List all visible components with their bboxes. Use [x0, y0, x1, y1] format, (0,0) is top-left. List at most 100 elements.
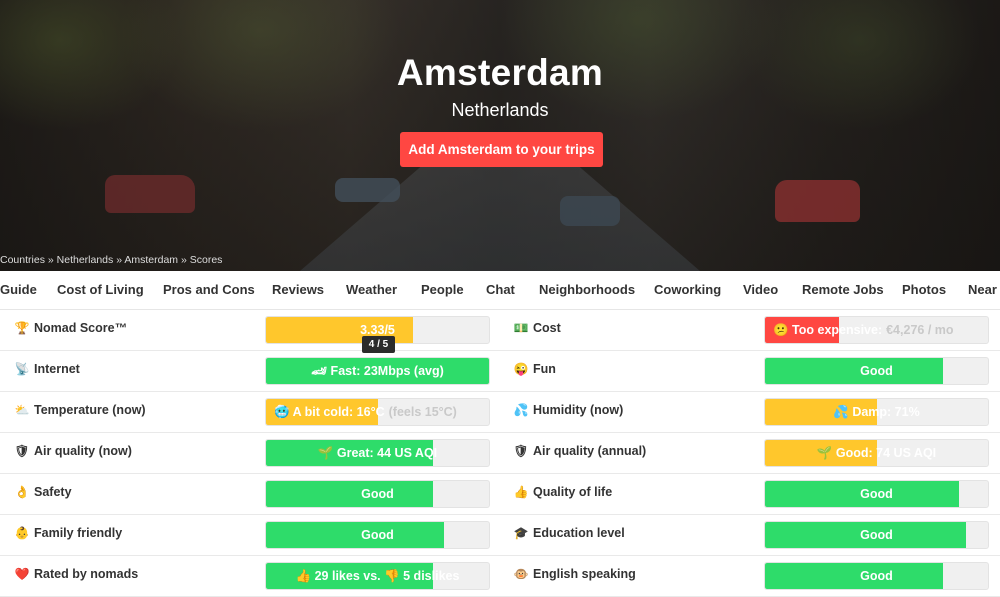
score-label[interactable]: 💦 Humidity (now) [513, 403, 624, 417]
score-row: 👶 Family friendly Good 🎓 Education level Good [0, 515, 1000, 556]
score-value: 🥶 A bit cold: 16°C [274, 405, 385, 419]
tab-reviews[interactable]: Reviews [272, 282, 324, 297]
tab-neighborhoods[interactable]: Neighborhoods [539, 282, 635, 297]
score-label[interactable]: 🏆 Nomad Score™ [14, 321, 128, 335]
score-bar[interactable]: Good [764, 521, 989, 549]
score-label-text: Family friendly [34, 526, 123, 540]
score-row: ⛅ Temperature (now) 🥶 A bit cold: 16°C (fee… [0, 392, 1000, 433]
score-bar-text: 3.33/5 [266, 323, 489, 337]
thumbs-up-icon: 👍 [513, 485, 529, 499]
score-value-detail: (feels 15°C) [388, 405, 457, 419]
tab-guide[interactable]: Guide [0, 282, 37, 297]
breadcrumb-countries[interactable]: Countries [0, 254, 45, 266]
score-bar-text: 🥶 A bit cold: 16°C (feels 15°C) [266, 405, 489, 420]
score-bar[interactable]: 🌱 Great: 44 US AQI [265, 439, 490, 467]
score-bar[interactable]: Good [265, 521, 490, 549]
add-to-trips-button[interactable]: Add Amsterdam to your trips [400, 132, 603, 167]
country-name: Netherlands [451, 100, 549, 120]
score-bar-text: 😕 Too expensive: €4,276 / mo [765, 323, 988, 338]
score-value: 💦 Damp: 71% [833, 405, 920, 419]
heart-icon: ❤️ [14, 567, 30, 581]
score-row: 🏆 Nomad Score™ 3.33/5 4 / 5 💵 Cost 😕 Too expen… [0, 310, 1000, 353]
score-value: Good [361, 487, 394, 501]
tab-people[interactable]: People [421, 282, 464, 297]
score-bar-text: Good [765, 364, 988, 378]
score-value: Good [860, 569, 893, 583]
score-label[interactable]: ❤️ Rated by nomads [14, 567, 139, 581]
breadcrumb-separator: » [47, 254, 54, 266]
score-tooltip: 4 / 5 [362, 336, 395, 353]
score-label-text: Fun [533, 362, 556, 376]
tab-weather[interactable]: Weather [346, 282, 397, 297]
score-label[interactable]: 💵 Cost [513, 321, 561, 335]
score-label-text: Air quality (annual) [533, 444, 647, 458]
city-hero: Amsterdam Netherlands Add Amsterdam to y… [0, 0, 1000, 271]
tab-near[interactable]: Near [968, 282, 997, 297]
city-title: Amsterdam [396, 52, 604, 93]
hero-background-boat [335, 178, 400, 202]
tab-chat[interactable]: Chat [486, 282, 515, 297]
scores-table: 🏆 Nomad Score™ 3.33/5 4 / 5 💵 Cost 😕 Too expen… [0, 310, 1000, 597]
score-bar-text: Good [266, 487, 489, 501]
score-label[interactable]: ⛅ Temperature (now) [14, 403, 146, 417]
score-label-text: Nomad Score™ [34, 321, 128, 335]
score-bar-text: 💦 Damp: 71% [765, 405, 988, 420]
score-value: 👍 29 likes vs. 👎 5 dislikes [295, 569, 460, 583]
score-bar[interactable]: 👍 29 likes vs. 👎 5 dislikes [265, 562, 490, 590]
score-bar-text: 👍 29 likes vs. 👎 5 dislikes [266, 569, 489, 584]
breadcrumb-separator: » [116, 254, 123, 266]
breadcrumb: Countries » Netherlands » Amsterdam » Sc… [0, 254, 222, 266]
score-value: 🏎 Fast: 23Mbps (avg) [311, 364, 444, 378]
score-bar[interactable]: 🏎 Fast: 23Mbps (avg) [265, 357, 490, 385]
score-bar[interactable]: 💦 Damp: 71% [764, 398, 989, 426]
breadcrumb-scores[interactable]: Scores [190, 254, 223, 266]
score-label[interactable]: 🐵 English speaking [513, 567, 636, 581]
score-bar[interactable]: Good [764, 562, 989, 590]
score-bar[interactable]: 😕 Too expensive: €4,276 / mo [764, 316, 989, 344]
score-label[interactable]: 👶 Family friendly [14, 526, 123, 540]
breadcrumb-separator: » [180, 254, 187, 266]
score-value: Good [860, 364, 893, 378]
hero-background-car [775, 180, 860, 222]
score-value: 🌱 Great: 44 US AQI [317, 446, 438, 460]
money-icon: 💵 [513, 321, 529, 335]
score-bar-text: 🏎 Fast: 23Mbps (avg) [266, 364, 489, 379]
score-label-text: English speaking [533, 567, 636, 581]
score-label[interactable]: 😜 Fun [513, 362, 556, 376]
score-label[interactable]: 📡 Internet [14, 362, 80, 376]
score-label[interactable]: 🎓 Education level [513, 526, 625, 540]
tab-cost-of-living[interactable]: Cost of Living [57, 282, 144, 297]
tab-video[interactable]: Video [743, 282, 778, 297]
score-label-text: Rated by nomads [34, 567, 139, 581]
score-label[interactable]: 🛡 Air quality (now) [14, 444, 132, 458]
score-bar[interactable]: Good [764, 480, 989, 508]
score-bar-text: Good [765, 528, 988, 542]
score-bar[interactable]: 🥶 A bit cold: 16°C (feels 15°C) [265, 398, 490, 426]
satellite-icon: 📡 [14, 362, 30, 376]
score-label-text: Cost [533, 321, 561, 335]
score-label-text: Education level [533, 526, 625, 540]
score-row: 🛡 Air quality (now) 🌱 Great: 44 US AQI 🛡 Air… [0, 433, 1000, 474]
score-bar[interactable]: Good [764, 357, 989, 385]
score-label-text: Quality of life [533, 485, 613, 499]
tab-coworking[interactable]: Coworking [654, 282, 721, 297]
tab-pros-and-cons[interactable]: Pros and Cons [163, 282, 255, 297]
hero-background-canal [300, 150, 700, 271]
tab-photos[interactable]: Photos [902, 282, 946, 297]
score-bar[interactable]: Good [265, 480, 490, 508]
city-tabs: Guide Cost of Living Pros and Cons Revie… [0, 271, 1000, 310]
score-label-text: Safety [34, 485, 72, 499]
score-row: 👌 Safety Good 👍 Quality of life Good [0, 474, 1000, 515]
score-label[interactable]: 👌 Safety [14, 485, 72, 499]
breadcrumb-amsterdam[interactable]: Amsterdam [124, 254, 178, 266]
score-bar-text: Good [266, 528, 489, 542]
score-label[interactable]: 🛡 Air quality (annual) [513, 444, 646, 458]
score-label[interactable]: 👍 Quality of life [513, 485, 613, 499]
score-bar[interactable]: 🌱 Good: 74 US AQI [764, 439, 989, 467]
score-value: 😕 Too expensive: [773, 323, 883, 337]
tab-remote-jobs[interactable]: Remote Jobs [802, 282, 884, 297]
breadcrumb-netherlands[interactable]: Netherlands [57, 254, 114, 266]
hero-background-boat [560, 196, 620, 226]
score-value-detail: €4,276 / mo [886, 323, 954, 337]
fun-icon: 😜 [513, 362, 529, 376]
